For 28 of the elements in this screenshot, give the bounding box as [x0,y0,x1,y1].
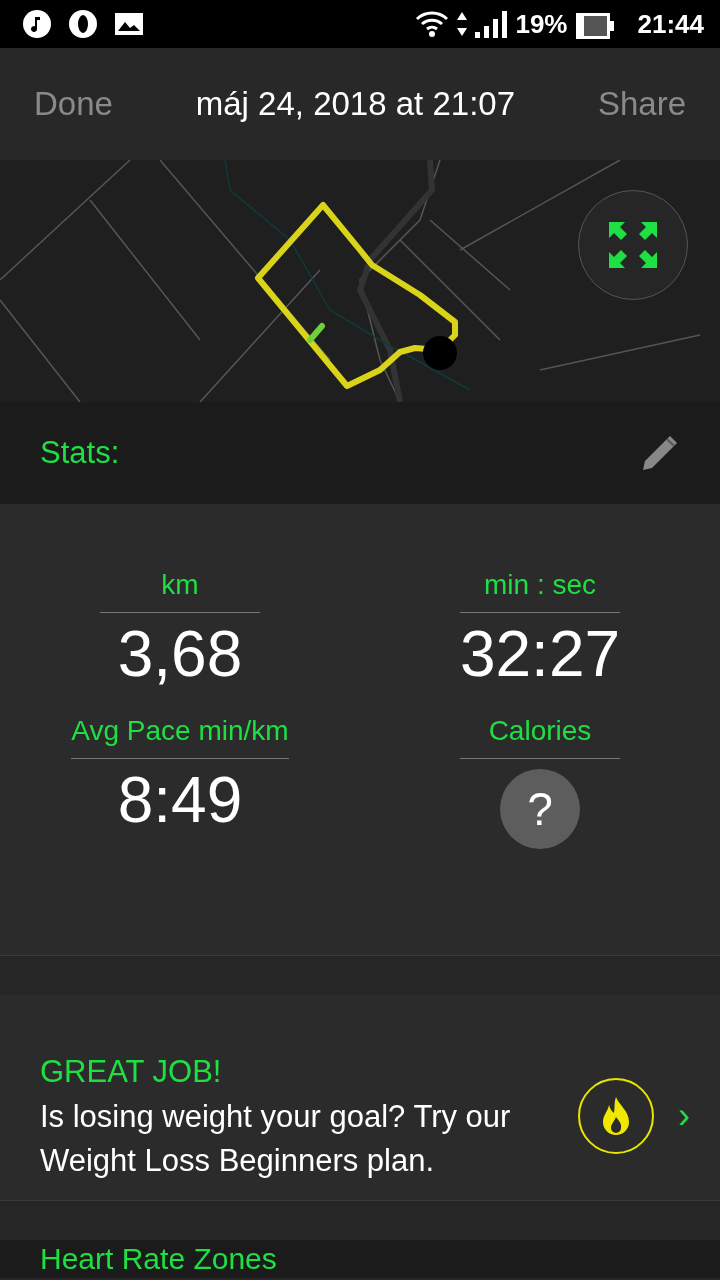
wifi-icon [415,10,450,38]
stat-label: Avg Pace min/km [71,710,289,760]
battery-icon [575,12,614,39]
flame-icon [578,1077,654,1154]
stats-title: Stats: [40,433,120,472]
clock: 21:44 [637,7,704,41]
signal-icon [475,10,508,38]
stat-label: Calories [460,710,620,760]
browser-icon [68,9,98,39]
expand-icon [609,222,657,268]
promo-text: Is losing weight your goal? Try our Weight Loss Beginners plan. [40,1098,512,1180]
stat-label: min : sec [460,564,620,613]
date-title: máj 24, 2018 at 21:07 [195,84,516,125]
chevron-icon[interactable]: › [678,1088,690,1143]
stat-value: 32:27 [458,617,622,692]
music-icon [22,9,52,39]
help-button[interactable]: ? [500,769,580,850]
edit-button[interactable] [640,433,680,473]
stat-value: 8:49 [116,763,244,839]
share-button[interactable]: Share [597,79,686,129]
data-arrows-icon [457,12,468,36]
done-button[interactable]: Done [34,79,113,129]
stat-label: km [100,564,260,613]
image-icon [114,11,144,37]
stat-value: 3,68 [116,617,244,692]
battery-percentage: 19% [515,7,568,41]
section-title: Heart Rate Zones [40,1242,277,1275]
promo-heading: GREAT JOB! [40,1052,223,1091]
